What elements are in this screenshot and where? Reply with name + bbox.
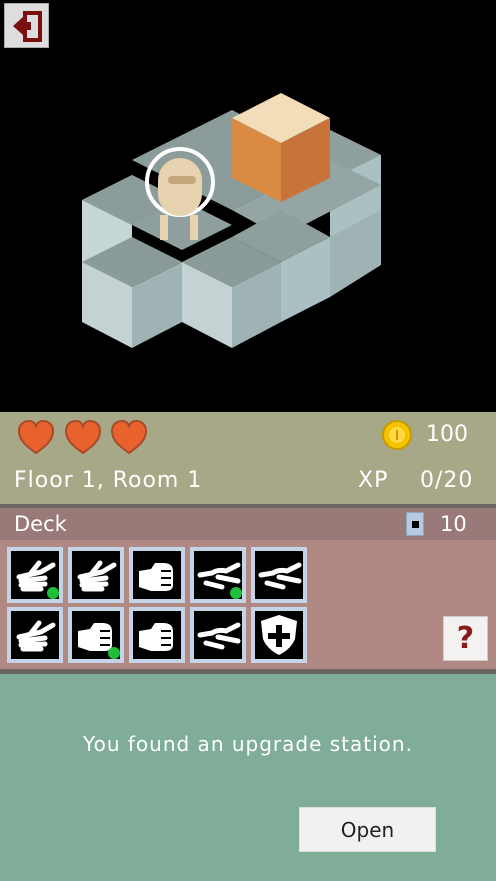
heart-icon xyxy=(18,420,54,454)
fist-card-icon xyxy=(133,551,181,599)
gold-coin-icon xyxy=(382,420,412,450)
game-screen: 100 Floor 1, Room 1 XP 0/20 Deck 10 ? Yo… xyxy=(0,0,496,881)
gold-amount: 100 xyxy=(426,422,468,447)
deck-card[interactable] xyxy=(190,607,246,663)
scissors-card-icon xyxy=(194,611,242,659)
deck-card[interactable] xyxy=(190,547,246,603)
heart-icon xyxy=(65,420,101,454)
deck-card[interactable] xyxy=(68,547,124,603)
deck-count: 10 xyxy=(440,512,467,536)
open-button[interactable]: Open xyxy=(299,807,436,852)
xp-label: XP xyxy=(358,468,389,493)
deck-count-icon xyxy=(406,512,424,536)
isometric-room xyxy=(82,93,381,348)
help-button[interactable]: ? xyxy=(443,616,488,661)
message-panel: You found an upgrade station. Open xyxy=(0,674,496,881)
deck-label: Deck xyxy=(14,512,67,536)
deck-card[interactable] xyxy=(251,607,307,663)
upgraded-indicator xyxy=(47,587,59,599)
xp-value: 0/20 xyxy=(420,468,474,493)
upgraded-indicator xyxy=(230,587,242,599)
open-hand-card-icon xyxy=(72,551,120,599)
deck-card[interactable] xyxy=(251,547,307,603)
deck-card[interactable] xyxy=(7,547,63,603)
heart-icon xyxy=(111,420,147,454)
event-message: You found an upgrade station. xyxy=(83,732,413,756)
dungeon-scene xyxy=(0,0,496,412)
deck-cards xyxy=(0,540,496,669)
open-hand-card-icon xyxy=(11,611,59,659)
fist-card-icon xyxy=(133,611,181,659)
deck-card[interactable] xyxy=(7,607,63,663)
deck-card[interactable] xyxy=(68,607,124,663)
scissors-card-icon xyxy=(255,551,303,599)
floor-room-label: Floor 1, Room 1 xyxy=(14,468,203,493)
status-panel: 100 Floor 1, Room 1 XP 0/20 xyxy=(0,412,496,504)
deck-card[interactable] xyxy=(129,607,185,663)
upgraded-indicator xyxy=(108,647,120,659)
deck-card[interactable] xyxy=(129,547,185,603)
shield-card-icon xyxy=(255,611,303,659)
deck-header: Deck 10 xyxy=(0,508,496,540)
